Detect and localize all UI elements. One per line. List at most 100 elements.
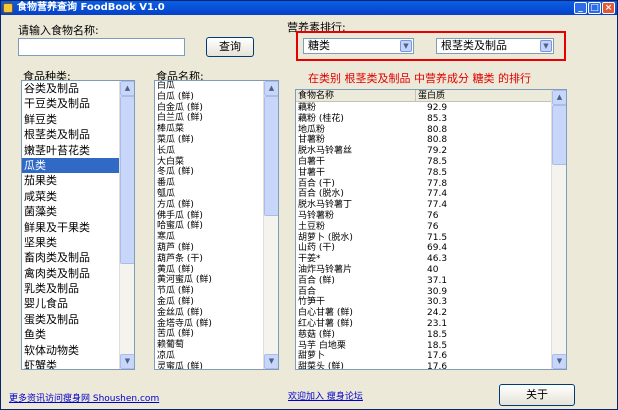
scroll-up-icon[interactable]: ▲ xyxy=(264,81,278,96)
minimize-button[interactable]: _ xyxy=(574,2,587,14)
food-item[interactable]: 棒瓜菜 xyxy=(155,124,263,135)
food-item[interactable]: 金塔寺瓜 (鲜) xyxy=(155,319,263,330)
table-row[interactable]: 红心甘薯 (鲜) 23.1 xyxy=(296,319,551,330)
category-item[interactable]: 软体动物类 xyxy=(22,343,119,358)
table-row[interactable]: 甘薯粉 80.8 xyxy=(296,135,551,146)
table-row[interactable]: 百合 (鲜) 37.1 xyxy=(296,276,551,287)
category-item[interactable]: 瓜类 xyxy=(22,157,119,174)
food-item[interactable]: 寒瓜 xyxy=(155,232,263,243)
table-row[interactable]: 藕粉 92.9 xyxy=(296,103,551,114)
table-row[interactable]: 马铃薯粉 76 xyxy=(296,211,551,222)
food-item[interactable]: 冬瓜 (鲜) xyxy=(155,167,263,178)
table-row[interactable]: 百合 (脱水) 77.4 xyxy=(296,189,551,200)
food-item[interactable]: 苦瓜 (鲜) xyxy=(155,329,263,340)
search-button[interactable]: 查询 xyxy=(206,37,254,57)
food-item[interactable]: 白兰瓜 (鲜) xyxy=(155,113,263,124)
table-row[interactable]: 甜萝卜 17.6 xyxy=(296,351,551,362)
scroll-up-icon[interactable]: ▲ xyxy=(120,81,134,96)
scroll-thumb[interactable] xyxy=(552,105,566,165)
food-item[interactable]: 番瓜 xyxy=(155,178,263,189)
chevron-down-icon[interactable]: ▼ xyxy=(540,40,552,52)
food-item[interactable]: 凉瓜 xyxy=(155,351,263,362)
table-row[interactable]: 脱水马铃薯丁 77.4 xyxy=(296,200,551,211)
column-header-value[interactable]: 蛋白质 xyxy=(416,90,553,102)
food-item[interactable]: 佛手瓜 (鲜) xyxy=(155,211,263,222)
category-item[interactable]: 干豆类及制品 xyxy=(22,96,119,111)
food-item[interactable]: 黄河蜜瓜 (鲜) xyxy=(155,275,263,286)
food-item[interactable]: 灵蜜瓜 (鲜) xyxy=(155,362,263,369)
food-item[interactable]: 长瓜 xyxy=(155,146,263,157)
table-row[interactable]: 甜菜头 (鲜) 17.6 xyxy=(296,362,551,369)
category-item[interactable]: 婴儿食品 xyxy=(22,296,119,311)
table-row[interactable]: 脱水马铃薯丝 79.2 xyxy=(296,146,551,157)
food-item[interactable]: 瓠瓜 xyxy=(155,189,263,200)
food-item[interactable]: 金瓜 (鲜) xyxy=(155,297,263,308)
food-item[interactable]: 哈蜜瓜 (鲜) xyxy=(155,221,263,232)
category-item[interactable]: 谷类及制品 xyxy=(22,81,119,96)
about-button[interactable]: 关于 xyxy=(499,384,575,406)
food-item[interactable]: 葫芦条 (干) xyxy=(155,254,263,265)
chevron-down-icon[interactable]: ▼ xyxy=(400,40,412,52)
category-select[interactable]: 根茎类及制品 ▼ xyxy=(436,38,554,54)
scroll-down-icon[interactable]: ▼ xyxy=(264,354,278,369)
food-item[interactable]: 方瓜 (鲜) xyxy=(155,200,263,211)
category-scrollbar[interactable]: ▲ ▼ xyxy=(119,81,134,369)
category-item[interactable]: 禽肉类及制品 xyxy=(22,266,119,281)
ranking-table[interactable]: 食物名称 蛋白质 藕粉 92.9 藕粉 (桂花) 85.3 地瓜粉 80.8 甘薯粉 80.8… xyxy=(295,89,567,370)
category-item[interactable]: 根茎类及制品 xyxy=(22,127,119,142)
table-row[interactable]: 干姜* 46.3 xyxy=(296,254,551,265)
scroll-thumb[interactable] xyxy=(120,96,134,264)
table-row[interactable]: 地瓜粉 80.8 xyxy=(296,125,551,136)
table-row[interactable]: 白薯干 78.5 xyxy=(296,157,551,168)
category-item[interactable]: 乳类及制品 xyxy=(22,281,119,296)
scroll-thumb[interactable] xyxy=(264,96,278,216)
category-item[interactable]: 蛋类及制品 xyxy=(22,312,119,327)
table-row[interactable]: 慈菇 (鲜) 18.5 xyxy=(296,330,551,341)
maximize-button[interactable]: □ xyxy=(588,2,601,14)
table-row[interactable]: 甘薯干 78.5 xyxy=(296,168,551,179)
food-item[interactable]: 黄瓜 (鲜) xyxy=(155,265,263,276)
table-scrollbar[interactable]: ▲ ▼ xyxy=(551,90,566,369)
title-bar[interactable]: 食物营养查询 FoodBook V1.0 _ □ × xyxy=(1,1,617,15)
food-item[interactable]: 菜瓜 (鲜) xyxy=(155,135,263,146)
table-row[interactable]: 百合 30.9 xyxy=(296,287,551,298)
nutrient-select[interactable]: 糖类 ▼ xyxy=(303,38,414,54)
food-item[interactable]: 葫芦 (鲜) xyxy=(155,243,263,254)
food-item[interactable]: 白瓜 xyxy=(155,81,263,92)
category-item[interactable]: 菌藻类 xyxy=(22,204,119,219)
scroll-down-icon[interactable]: ▼ xyxy=(552,354,566,369)
food-item[interactable]: 赖葡萄 xyxy=(155,340,263,351)
category-item[interactable]: 坚果类 xyxy=(22,235,119,250)
table-row[interactable]: 马芋 白地栗 18.5 xyxy=(296,341,551,352)
table-row[interactable]: 土豆粉 76 xyxy=(296,222,551,233)
category-list[interactable]: 谷类及制品 干豆类及制品 鲜豆类 根茎类及制品 嫩茎叶苔花类 瓜类 茄果类 咸菜类 菌藻类 鲜果及… xyxy=(21,80,135,370)
food-item[interactable]: 白瓜 (鲜) xyxy=(155,92,263,103)
scroll-down-icon[interactable]: ▼ xyxy=(120,354,134,369)
search-input[interactable] xyxy=(18,38,185,56)
scroll-up-icon[interactable]: ▲ xyxy=(552,90,566,105)
category-item[interactable]: 茄果类 xyxy=(22,173,119,188)
table-row[interactable]: 山药 (干) 69.4 xyxy=(296,243,551,254)
category-item[interactable]: 咸菜类 xyxy=(22,189,119,204)
category-item[interactable]: 鱼类 xyxy=(22,327,119,342)
food-item[interactable]: 白金瓜 (鲜) xyxy=(155,103,263,114)
category-item[interactable]: 鲜果及干果类 xyxy=(22,220,119,235)
table-row[interactable]: 白心甘薯 (鲜) 24.2 xyxy=(296,308,551,319)
website-link[interactable]: 更多资讯访问瘦身网 Shoushen.com xyxy=(9,391,159,404)
column-header-name[interactable]: 食物名称 xyxy=(296,90,416,102)
food-item[interactable]: 金丝瓜 (鲜) xyxy=(155,308,263,319)
table-row[interactable]: 百合 (干) 77.8 xyxy=(296,179,551,190)
category-item[interactable]: 嫩茎叶苔花类 xyxy=(22,143,119,158)
food-list[interactable]: 白瓜 白瓜 (鲜) 白金瓜 (鲜) 白兰瓜 (鲜) 棒瓜菜 菜瓜 (鲜) 长瓜 大白菜 冬瓜 (… xyxy=(154,80,279,370)
category-item[interactable]: 鲜豆类 xyxy=(22,112,119,127)
table-row[interactable]: 胡萝卜 (脱水) 71.5 xyxy=(296,233,551,244)
table-row[interactable]: 油炸马铃薯片 40 xyxy=(296,265,551,276)
close-button[interactable]: × xyxy=(602,2,615,14)
category-item[interactable]: 虾蟹类 xyxy=(22,358,119,369)
food-item[interactable]: 大白菜 xyxy=(155,157,263,168)
table-row[interactable]: 藕粉 (桂花) 85.3 xyxy=(296,114,551,125)
category-item[interactable]: 畜肉类及制品 xyxy=(22,250,119,265)
food-scrollbar[interactable]: ▲ ▼ xyxy=(263,81,278,369)
food-item[interactable]: 节瓜 (鲜) xyxy=(155,286,263,297)
forum-link[interactable]: 欢迎加入 瘦身论坛 xyxy=(288,389,363,402)
